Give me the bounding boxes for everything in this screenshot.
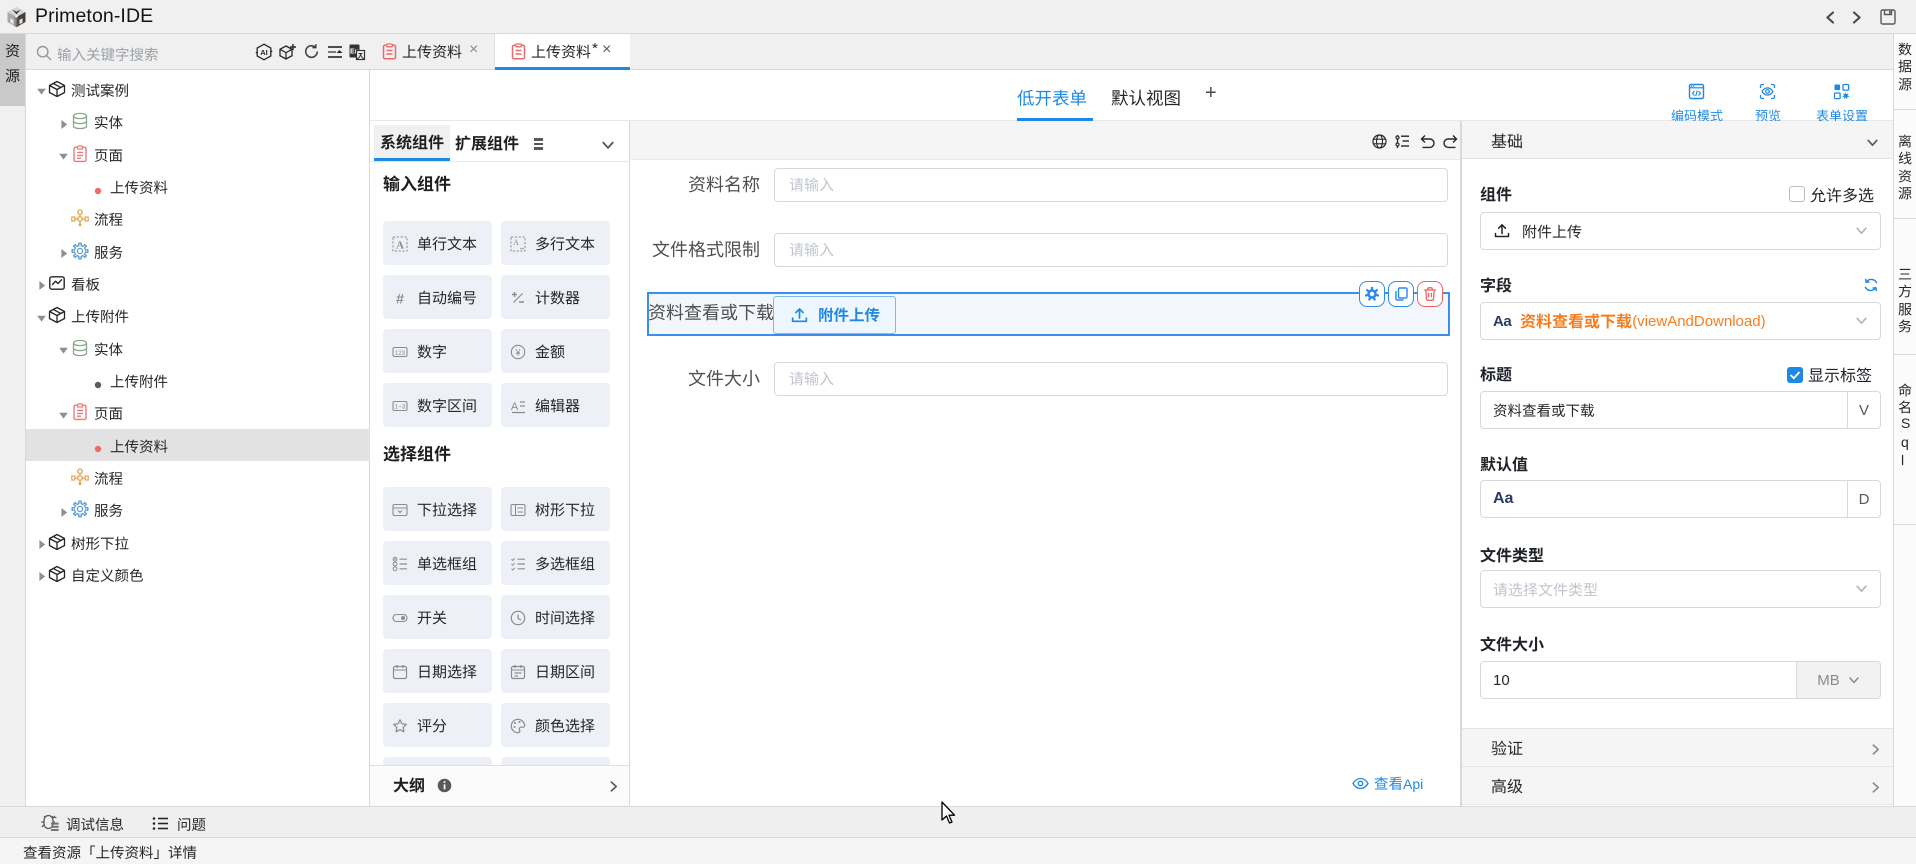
svg-text:123: 123	[395, 351, 406, 357]
svg-text:A: A	[396, 239, 404, 251]
svg-text:¥: ¥	[514, 347, 521, 357]
svg-text:AI: AI	[260, 48, 268, 57]
svg-text:A: A	[511, 401, 519, 413]
svg-text:A: A	[513, 238, 519, 247]
svg-text:1~3: 1~3	[394, 403, 405, 410]
svg-text:#: #	[396, 290, 404, 306]
